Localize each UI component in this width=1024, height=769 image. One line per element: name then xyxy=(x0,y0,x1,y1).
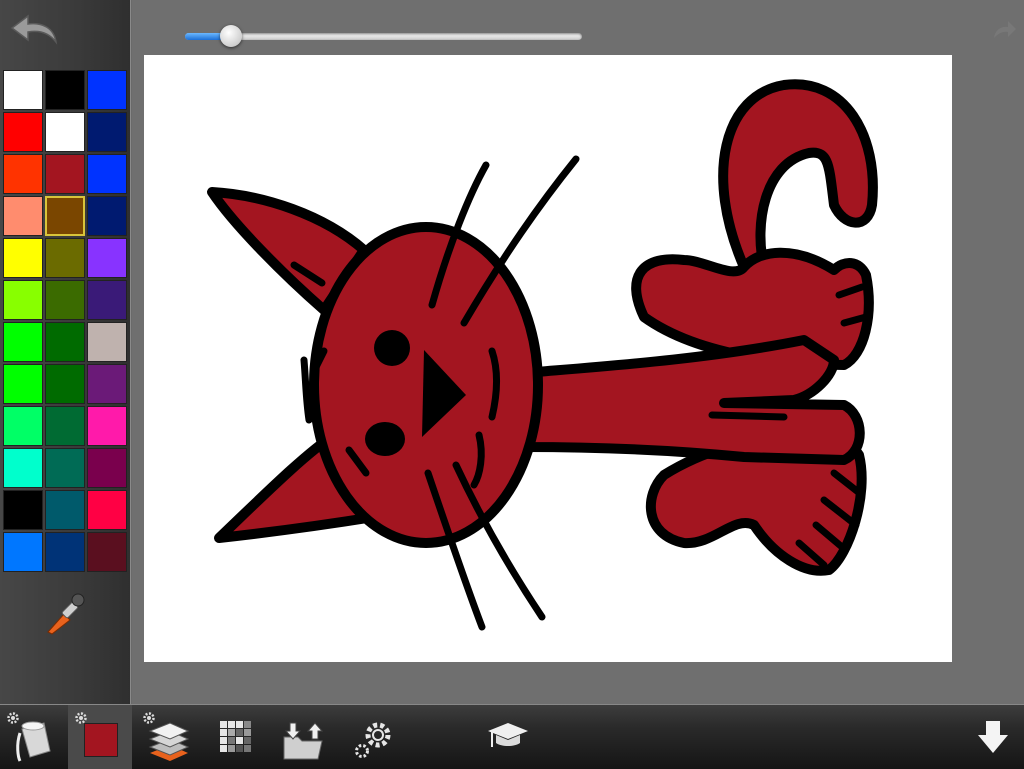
slider-thumb[interactable] xyxy=(220,25,242,47)
sidebar-divider xyxy=(130,0,132,704)
current-color-tool[interactable] xyxy=(68,705,132,769)
folder-arrows-icon xyxy=(283,722,324,760)
color-swatch[interactable] xyxy=(3,70,43,110)
color-swatch[interactable] xyxy=(3,490,43,530)
color-swatch[interactable] xyxy=(45,406,85,446)
paint-bucket-icon xyxy=(16,721,51,762)
layers-icon xyxy=(148,722,190,761)
color-swatch[interactable] xyxy=(3,238,43,278)
color-swatch[interactable] xyxy=(3,322,43,362)
cat-tail xyxy=(718,79,878,272)
bottom-toolbar xyxy=(0,704,1024,769)
cat-body xyxy=(519,335,865,465)
color-swatch[interactable] xyxy=(45,490,85,530)
undo-icon xyxy=(10,14,58,45)
color-swatch[interactable] xyxy=(87,112,127,152)
color-swatch[interactable] xyxy=(45,112,85,152)
redo-icon xyxy=(994,21,1016,38)
color-swatch[interactable] xyxy=(3,406,43,446)
save-download-tool[interactable] xyxy=(970,705,1016,769)
color-swatch-grid xyxy=(3,70,127,572)
color-swatch[interactable] xyxy=(87,322,127,362)
cat-eye-top xyxy=(374,330,410,366)
color-swatch[interactable] xyxy=(87,448,127,488)
paint-bucket-tool[interactable] xyxy=(0,705,66,769)
color-swatch[interactable] xyxy=(3,448,43,488)
color-swatch[interactable] xyxy=(87,532,127,572)
color-swatch[interactable] xyxy=(45,448,85,488)
eyedropper-button[interactable] xyxy=(40,592,90,636)
color-swatch[interactable] xyxy=(45,154,85,194)
layers-tool[interactable] xyxy=(140,705,196,769)
import-export-tool[interactable] xyxy=(278,705,328,769)
tutorial-tool[interactable] xyxy=(482,705,532,769)
brush-size-slider[interactable] xyxy=(185,25,582,47)
cat-drawing xyxy=(207,79,878,631)
color-swatch[interactable] xyxy=(3,112,43,152)
download-arrow-icon xyxy=(978,721,1008,753)
color-swatch[interactable] xyxy=(87,364,127,404)
current-color-swatch xyxy=(84,723,118,757)
color-swatch[interactable] xyxy=(45,322,85,362)
color-swatch[interactable] xyxy=(45,364,85,404)
color-swatch[interactable] xyxy=(3,154,43,194)
color-swatch[interactable] xyxy=(3,364,43,404)
color-swatch[interactable] xyxy=(87,70,127,110)
cat-eye-bottom xyxy=(365,422,405,456)
color-swatch[interactable] xyxy=(45,532,85,572)
color-swatch[interactable] xyxy=(3,280,43,320)
color-swatch[interactable] xyxy=(3,196,43,236)
gear-icon xyxy=(355,722,391,758)
settings-tool[interactable] xyxy=(350,705,396,769)
color-swatch[interactable] xyxy=(45,238,85,278)
color-swatch[interactable] xyxy=(45,196,85,236)
color-swatch[interactable] xyxy=(87,196,127,236)
slider-track xyxy=(185,33,582,40)
redo-button[interactable] xyxy=(990,18,1018,42)
color-swatch[interactable] xyxy=(87,280,127,320)
color-swatch[interactable] xyxy=(45,70,85,110)
color-swatch[interactable] xyxy=(87,490,127,530)
graduation-cap-icon xyxy=(488,723,528,747)
eyedropper-icon xyxy=(47,593,85,635)
color-swatch[interactable] xyxy=(3,532,43,572)
drawing-canvas[interactable] xyxy=(144,55,952,662)
color-palette-panel xyxy=(0,0,130,704)
color-swatch[interactable] xyxy=(87,238,127,278)
color-swatch[interactable] xyxy=(87,154,127,194)
color-swatch[interactable] xyxy=(87,406,127,446)
color-swatch[interactable] xyxy=(45,280,85,320)
undo-button[interactable] xyxy=(6,12,62,48)
pattern-tool[interactable] xyxy=(214,705,258,769)
pixel-grid-icon xyxy=(220,721,251,752)
